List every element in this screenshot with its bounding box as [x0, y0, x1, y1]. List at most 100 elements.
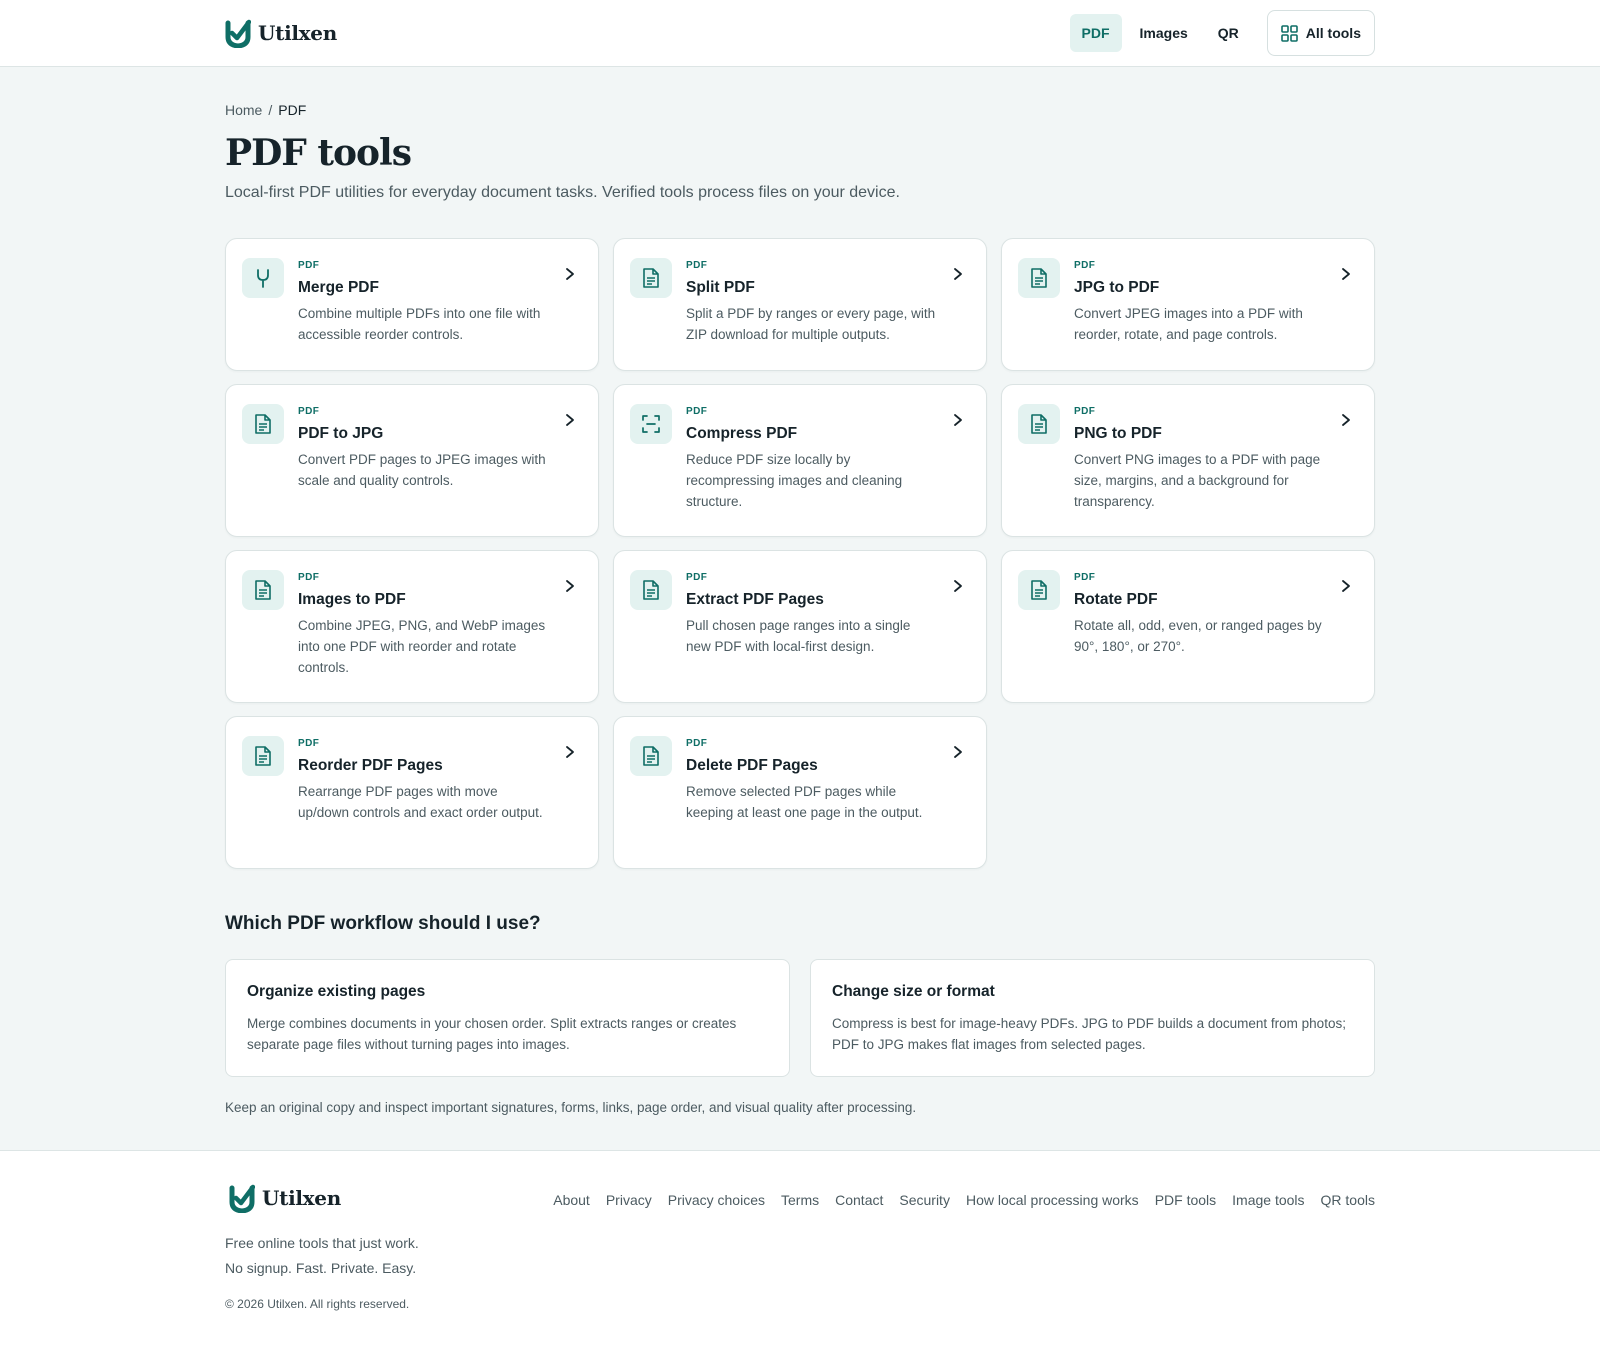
footer-link-contact[interactable]: Contact — [835, 1192, 883, 1311]
tool-card-rotate-pdf[interactable]: PDF Rotate PDF Rotate all, odd, even, or… — [1001, 550, 1375, 703]
footer-link-qr-tools[interactable]: QR tools — [1321, 1192, 1375, 1311]
file-icon — [1018, 570, 1060, 610]
nav-link-qr[interactable]: QR — [1206, 14, 1251, 52]
footer-tagline: Free online tools that just work. No sig… — [225, 1231, 419, 1281]
card-tag: PDF — [1074, 260, 1096, 271]
card-title: Images to PDF — [298, 591, 406, 608]
card-description: Rearrange PDF pages with move up/down co… — [298, 784, 543, 820]
chevron-right-icon — [954, 414, 962, 426]
all-tools-button[interactable]: All tools — [1266, 10, 1375, 56]
brand-logo-link[interactable]: Utilxen — [225, 18, 337, 48]
compress-icon — [630, 404, 672, 444]
workflow-card-change-format: Change size or format Compress is best f… — [810, 959, 1375, 1077]
footer-link-about[interactable]: About — [553, 1192, 590, 1311]
card-tag: PDF — [686, 572, 708, 583]
footer-link-image-tools[interactable]: Image tools — [1232, 1192, 1304, 1311]
workflow-card-organize: Organize existing pages Merge combines d… — [225, 959, 790, 1077]
workflow-card-title: Organize existing pages — [247, 983, 426, 1000]
card-tag: PDF — [1074, 406, 1096, 417]
workflow-section-title: Which PDF workflow should I use? — [225, 913, 541, 934]
card-title: Reorder PDF Pages — [298, 757, 443, 774]
card-description: Convert PDF pages to JPEG images with sc… — [298, 452, 546, 488]
card-description: Reduce PDF size locally by recompressing… — [686, 452, 903, 509]
tool-card-extract-pdf-pages[interactable]: PDF Extract PDF Pages Pull chosen page r… — [613, 550, 987, 703]
footer-link-security[interactable]: Security — [899, 1192, 950, 1311]
workflow-card-title: Change size or format — [832, 983, 995, 1000]
chevron-right-icon — [954, 746, 962, 758]
chevron-right-icon — [566, 746, 574, 758]
footer-tagline-line2: No signup. Fast. Private. Easy. — [225, 1260, 417, 1276]
card-description: Split a PDF by ranges or every page, wit… — [686, 306, 936, 342]
workflow-card-description: Compress is best for image-heavy PDFs. J… — [832, 1016, 1346, 1052]
footer-link-privacy-choices[interactable]: Privacy choices — [668, 1192, 765, 1311]
file-icon — [630, 570, 672, 610]
tool-card-split-pdf[interactable]: PDF Split PDF Split a PDF by ranges or e… — [613, 238, 987, 371]
card-tag: PDF — [298, 406, 320, 417]
footer-link-pdf-tools[interactable]: PDF tools — [1155, 1192, 1216, 1311]
chevron-right-icon — [954, 580, 962, 592]
card-title: Compress PDF — [686, 425, 798, 442]
file-icon — [1018, 258, 1060, 298]
page-title: PDF tools — [225, 132, 412, 174]
nav-link-pdf[interactable]: PDF — [1069, 14, 1122, 52]
tool-card-png-to-pdf[interactable]: PDF PNG to PDF Convert PNG images to a P… — [1001, 384, 1375, 537]
chevron-right-icon — [566, 268, 574, 280]
merge-icon — [242, 258, 284, 298]
tool-card-compress-pdf[interactable]: PDF Compress PDF Reduce PDF size locally… — [613, 384, 987, 537]
chevron-right-icon — [1342, 268, 1350, 280]
tool-card-reorder-pdf-pages[interactable]: PDF Reorder PDF Pages Rearrange PDF page… — [225, 716, 599, 869]
breadcrumb-home-link[interactable]: Home — [225, 102, 262, 118]
tool-card-pdf-to-jpg[interactable]: PDF PDF to JPG Convert PDF pages to JPEG… — [225, 384, 599, 537]
main-content: Home / PDF PDF tools Local-first PDF uti… — [225, 67, 1375, 1115]
footer-tagline-line1: Free online tools that just work. — [225, 1235, 419, 1251]
utilxen-logo-icon — [225, 19, 251, 48]
workflow-cards: Organize existing pages Merge combines d… — [225, 959, 1375, 1077]
tool-card-jpg-to-pdf[interactable]: PDF JPG to PDF Convert JPEG images into … — [1001, 238, 1375, 371]
card-tag: PDF — [686, 738, 708, 749]
footer-link-terms[interactable]: Terms — [781, 1192, 819, 1311]
card-title: Delete PDF Pages — [686, 757, 818, 774]
card-description: Combine JPEG, PNG, and WebP images into … — [298, 618, 546, 675]
card-tag: PDF — [1074, 572, 1096, 583]
chevron-right-icon — [1342, 414, 1350, 426]
card-tag: PDF — [298, 738, 320, 749]
file-icon — [242, 570, 284, 610]
card-title: Extract PDF Pages — [686, 591, 824, 608]
breadcrumb-current: PDF — [278, 102, 307, 118]
card-description: Convert PNG images to a PDF with page si… — [1074, 452, 1321, 509]
card-title: PDF to JPG — [298, 425, 384, 442]
grid-icon — [1280, 24, 1298, 42]
site-footer: Utilxen Free online tools that just work… — [0, 1150, 1600, 1357]
page-subtitle: Local-first PDF utilities for everyday d… — [225, 184, 900, 201]
workflow-card-description: Merge combines documents in your chosen … — [247, 1016, 737, 1052]
footer-link-privacy[interactable]: Privacy — [606, 1192, 652, 1311]
card-title: PNG to PDF — [1074, 425, 1162, 442]
nav-link-images[interactable]: Images — [1128, 14, 1200, 52]
card-tag: PDF — [686, 406, 708, 417]
chevron-right-icon — [566, 414, 574, 426]
all-tools-label: All tools — [1305, 25, 1361, 41]
footer-link-local-processing[interactable]: How local processing works — [966, 1192, 1139, 1311]
card-title: Rotate PDF — [1074, 591, 1158, 608]
breadcrumb: Home / PDF — [225, 102, 1375, 118]
card-description: Convert JPEG images into a PDF with reor… — [1074, 306, 1303, 342]
site-header: Utilxen PDF Images QR All tools — [0, 0, 1600, 67]
card-title: Split PDF — [686, 279, 755, 296]
file-icon — [1018, 404, 1060, 444]
brand-name: Utilxen — [258, 21, 337, 45]
main-nav: PDF Images QR All tools — [1069, 10, 1375, 56]
card-description: Combine multiple PDFs into one file with… — [298, 306, 541, 342]
footer-brand-logo-link[interactable]: Utilxen — [229, 1183, 419, 1213]
file-icon — [630, 258, 672, 298]
footer-nav: About Privacy Privacy choices Terms Cont… — [553, 1192, 1375, 1311]
tool-card-merge-pdf[interactable]: PDF Merge PDF Combine multiple PDFs into… — [225, 238, 599, 371]
tool-card-images-to-pdf[interactable]: PDF Images to PDF Combine JPEG, PNG, and… — [225, 550, 599, 703]
card-tag: PDF — [686, 260, 708, 271]
tool-card-delete-pdf-pages[interactable]: PDF Delete PDF Pages Remove selected PDF… — [613, 716, 987, 869]
utilxen-logo-icon — [229, 1184, 255, 1213]
file-icon — [630, 736, 672, 776]
card-description: Pull chosen page ranges into a single ne… — [686, 618, 911, 654]
breadcrumb-separator: / — [268, 102, 273, 118]
card-title: JPG to PDF — [1074, 279, 1160, 296]
footer-brand-name: Utilxen — [262, 1186, 341, 1210]
